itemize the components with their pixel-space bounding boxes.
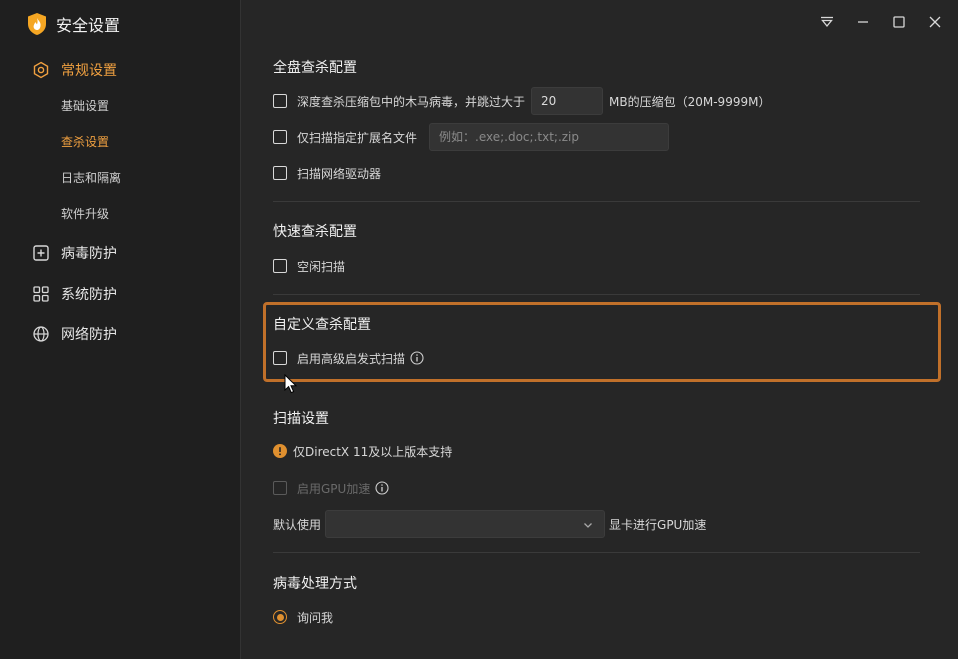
info-icon[interactable] (410, 351, 424, 365)
default-use-label: 默认使用 (273, 517, 322, 532)
section-title-full-scan: 全盘查杀配置 (273, 60, 357, 76)
section-title-quick-scan: 快速查杀配置 (273, 224, 357, 240)
ext-only-label: 仅扫描指定扩展名文件 (297, 130, 418, 145)
sidebar-item-general-settings[interactable]: 常规设置 (32, 58, 117, 82)
globe-icon (33, 326, 49, 342)
app-title: 安全设置 (56, 16, 121, 35)
sidebar-item-virus-protection[interactable]: 病毒防护 (32, 241, 117, 265)
deep-scan-checkbox[interactable] (273, 94, 287, 108)
section-title-custom-scan: 自定义查杀配置 (273, 317, 371, 333)
ask-me-radio[interactable] (273, 610, 287, 624)
settings-icon (33, 61, 49, 79)
network-drive-label: 扫描网络驱动器 (297, 166, 382, 181)
chevron-down-icon (584, 523, 592, 528)
sidebar-item-system-protection[interactable]: 系统防护 (32, 282, 117, 306)
deep-scan-row: 深度查杀压缩包中的木马病毒，并跳过大于 MB的压缩包（20M-9999M） (273, 86, 770, 116)
sidebar-item-label: 网络防护 (61, 327, 117, 343)
divider (273, 552, 920, 553)
idle-scan-label: 空闲扫描 (297, 259, 346, 274)
idle-scan-checkbox[interactable] (273, 259, 287, 273)
shield-flame-logo-icon (28, 13, 46, 35)
radio-selected-dot (276, 613, 284, 621)
sidebar: 安全设置 常规设置 基础设置 查杀设置 日志和隔离 软件升级 病毒防护 系统防护 (0, 0, 241, 659)
sidebar-item-label: 常规设置 (61, 63, 117, 79)
ext-only-checkbox[interactable] (273, 130, 287, 144)
divider (273, 294, 920, 295)
section-title-virus-handling: 病毒处理方式 (273, 576, 357, 592)
network-drive-checkbox[interactable] (273, 166, 287, 180)
heuristic-scan-label: 启用高级启发式扫描 (297, 351, 406, 366)
sidebar-item-network-protection[interactable]: 网络防护 (32, 322, 117, 346)
archive-size-suffix: MB的压缩包（20M-9999M） (609, 94, 771, 109)
sidebar-sub-basic-settings[interactable]: 基础设置 (61, 97, 109, 115)
ask-me-row: 询问我 (273, 602, 333, 632)
gpu-select-dropdown[interactable] (325, 510, 606, 538)
gpu-accel-row: 启用GPU加速 (273, 473, 389, 503)
main-content: 全盘查杀配置 深度查杀压缩包中的木马病毒，并跳过大于 MB的压缩包（20M-99… (241, 0, 958, 659)
sidebar-item-label: 病毒防护 (61, 246, 117, 262)
gpu-accel-label: 启用GPU加速 (297, 481, 371, 496)
divider (273, 201, 920, 202)
directx-warning-text: 仅DirectX 11及以上版本支持 (293, 444, 453, 459)
gpu-accel-checkbox[interactable] (273, 481, 287, 495)
gpu-select-row: 默认使用 显卡进行GPU加速 (273, 510, 706, 538)
idle-scan-row: 空闲扫描 (273, 251, 345, 281)
deep-scan-label: 深度查杀压缩包中的木马病毒，并跳过大于 (297, 94, 526, 109)
warning-icon (273, 444, 287, 458)
heuristic-scan-row: 启用高级启发式扫描 (273, 343, 424, 373)
app-header: 安全设置 (26, 12, 120, 36)
section-title-scan-settings: 扫描设置 (273, 411, 329, 427)
heuristic-scan-checkbox[interactable] (273, 351, 287, 365)
sidebar-sub-scan-settings[interactable]: 查杀设置 (61, 133, 109, 151)
gpu-suffix-label: 显卡进行GPU加速 (609, 517, 707, 532)
sidebar-sub-software-upgrade[interactable]: 软件升级 (61, 205, 109, 223)
archive-size-limit-input[interactable] (531, 87, 604, 115)
sidebar-item-label: 系统防护 (61, 287, 117, 303)
extension-input[interactable] (429, 123, 670, 151)
network-drive-row: 扫描网络驱动器 (273, 158, 381, 188)
sidebar-sub-log-quarantine[interactable]: 日志和隔离 (61, 169, 121, 187)
directx-warning: 仅DirectX 11及以上版本支持 (273, 441, 452, 461)
info-icon[interactable] (375, 481, 389, 495)
ask-me-label: 询问我 (297, 610, 334, 625)
plus-square-icon (33, 245, 49, 261)
grid-icon (33, 286, 49, 302)
ext-only-row: 仅扫描指定扩展名文件 (273, 122, 670, 152)
